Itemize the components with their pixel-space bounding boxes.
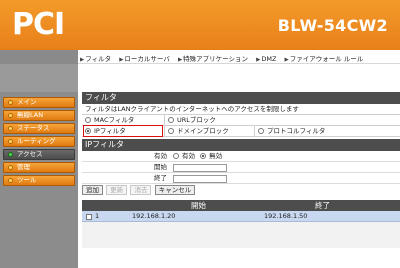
row-start-ip: 192.168.1.20 [132, 212, 176, 220]
radio-button[interactable] [258, 128, 264, 134]
triangle-right-icon: ▶ [80, 57, 85, 63]
brand-logo: PCI [12, 7, 65, 42]
bullet-icon [8, 100, 13, 105]
radio-mac-filter[interactable]: MACフィルタ [82, 115, 164, 125]
radio-ip-filter[interactable]: IPフィルタ [82, 126, 164, 136]
radio-url-block[interactable]: URLブロック [164, 115, 254, 125]
start-ip-input[interactable] [173, 164, 227, 172]
triangle-right-icon: ▶ [177, 57, 183, 63]
radio-enable[interactable] [173, 153, 179, 159]
radio-domain-block[interactable]: ドメインブロック [164, 126, 254, 136]
header-banner: PCI BLW-54CW2 [0, 0, 400, 50]
radio-button[interactable] [85, 117, 91, 123]
radio-button[interactable] [168, 117, 174, 123]
action-buttons: 追加 更新 消去 キャンセル [82, 184, 400, 197]
sidebar-item-management[interactable]: 管理 [3, 162, 75, 173]
start-label: 開始 [154, 163, 167, 171]
topnav-item-filter[interactable]: ▶フィルタ [80, 53, 114, 63]
add-button[interactable]: 追加 [82, 185, 103, 195]
main-content: フィルタ フィルタはLANクライアントのインターネットへのアクセスを制限します … [82, 92, 400, 248]
bullet-icon [8, 139, 13, 144]
sidebar: メイン 無線LAN ステータス ルーティング アクセス 管理 ツール [0, 64, 78, 268]
bullet-icon [8, 165, 13, 170]
row-end-ip: 192.168.1.50 [264, 212, 308, 220]
triangle-right-icon: ▶ [119, 57, 124, 63]
bullet-icon [8, 178, 13, 183]
table-row[interactable]: 1 192.168.1.20 192.168.1.50 [82, 211, 400, 222]
end-ip-input[interactable] [173, 175, 227, 183]
radio-button[interactable] [168, 128, 174, 134]
sidebar-item-main[interactable]: メイン [3, 97, 75, 108]
triangle-right-icon: ▶ [256, 57, 261, 63]
radio-disable[interactable] [200, 153, 207, 159]
topnav-item-local-server[interactable]: ▶ローカルサーバ [119, 53, 173, 63]
cancel-button[interactable]: キャンセル [154, 185, 196, 195]
top-navigation: ▶フィルタ ▶ローカルサーバ ▶特殊アプリケーション ▶DMZ ▶ファイアウォー… [0, 50, 400, 64]
topnav-item-special-app[interactable]: ▶特殊アプリケーション [178, 53, 251, 63]
end-row: 終了 [82, 173, 400, 184]
ipfilter-section-title: IPフィルタ [82, 139, 400, 151]
bullet-icon [8, 113, 13, 118]
enable-options: 有効 無効 [173, 152, 222, 161]
topnav-item-firewall-rules[interactable]: ▶ファイアウォール ルール [285, 53, 367, 63]
sidebar-item-wireless-lan[interactable]: 無線LAN [3, 110, 75, 121]
filter-type-row-2: IPフィルタ ドメインブロック プロトコルフィルタ [82, 125, 400, 137]
bullet-icon [8, 126, 13, 131]
radio-button-selected[interactable] [85, 128, 91, 134]
topnav-item-dmz[interactable]: ▶DMZ [256, 55, 279, 63]
enable-label: 有効 [154, 152, 167, 160]
sidebar-item-status[interactable]: ステータス [3, 123, 75, 134]
start-row: 開始 [82, 162, 400, 173]
column-header-end: 終了 [315, 201, 330, 210]
table-empty-area [82, 222, 400, 248]
sidebar-menu: メイン 無線LAN ステータス ルーティング アクセス 管理 ツール [3, 97, 75, 188]
update-button[interactable]: 更新 [106, 185, 128, 195]
radio-protocol-filter[interactable]: プロトコルフィルタ [254, 126, 374, 136]
sidebar-item-routing[interactable]: ルーティング [3, 136, 75, 147]
column-header-start: 開始 [191, 201, 206, 210]
sidebar-item-access[interactable]: アクセス [3, 149, 75, 160]
topnav-gutter [0, 50, 78, 64]
row-checkbox[interactable] [86, 214, 92, 220]
rule-table-header: 開始 終了 [82, 200, 400, 211]
active-bullet-icon [8, 152, 13, 157]
delete-button[interactable]: 消去 [130, 185, 152, 195]
end-label: 終了 [154, 174, 167, 182]
filter-description: フィルタはLANクライアントのインターネットへのアクセスを制限します [82, 104, 400, 115]
filter-section-title: フィルタ [82, 92, 400, 104]
sidebar-top-panel [0, 64, 78, 92]
sidebar-item-tools[interactable]: ツール [3, 175, 75, 186]
model-name: BLW-54CW2 [277, 16, 388, 35]
triangle-right-icon: ▶ [284, 57, 289, 63]
enable-row: 有効 有効 無効 [82, 151, 400, 162]
row-index: 1 [95, 212, 100, 220]
